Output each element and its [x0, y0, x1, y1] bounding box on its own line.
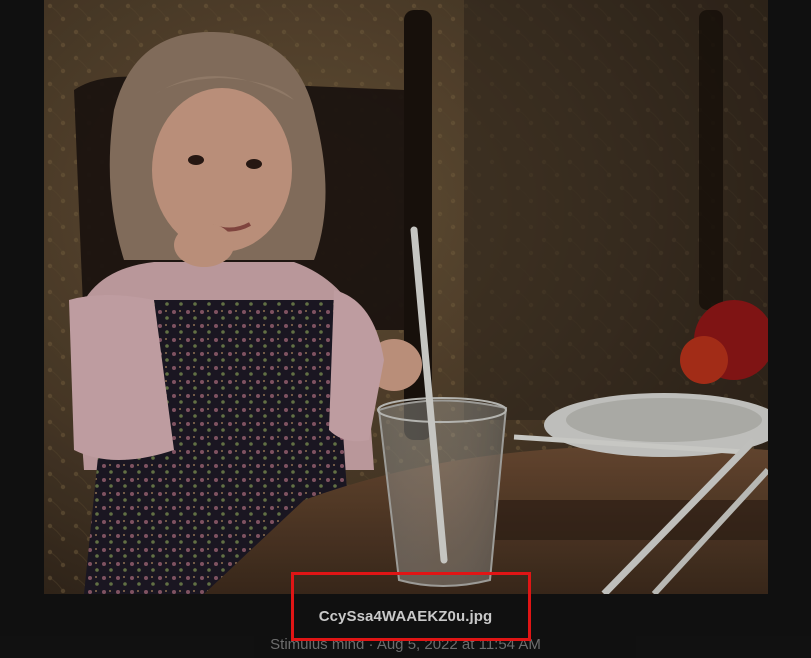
image-viewer: CcySsa4WAAEKZ0u.jpg Stimulus mind · Aug …: [0, 0, 811, 658]
image-meta: Stimulus mind · Aug 5, 2022 at 11:54 AM: [270, 636, 541, 653]
image-file-name: CcySsa4WAAEKZ0u.jpg: [318, 608, 493, 625]
photo-image: [44, 0, 768, 594]
photo[interactable]: [44, 0, 768, 594]
